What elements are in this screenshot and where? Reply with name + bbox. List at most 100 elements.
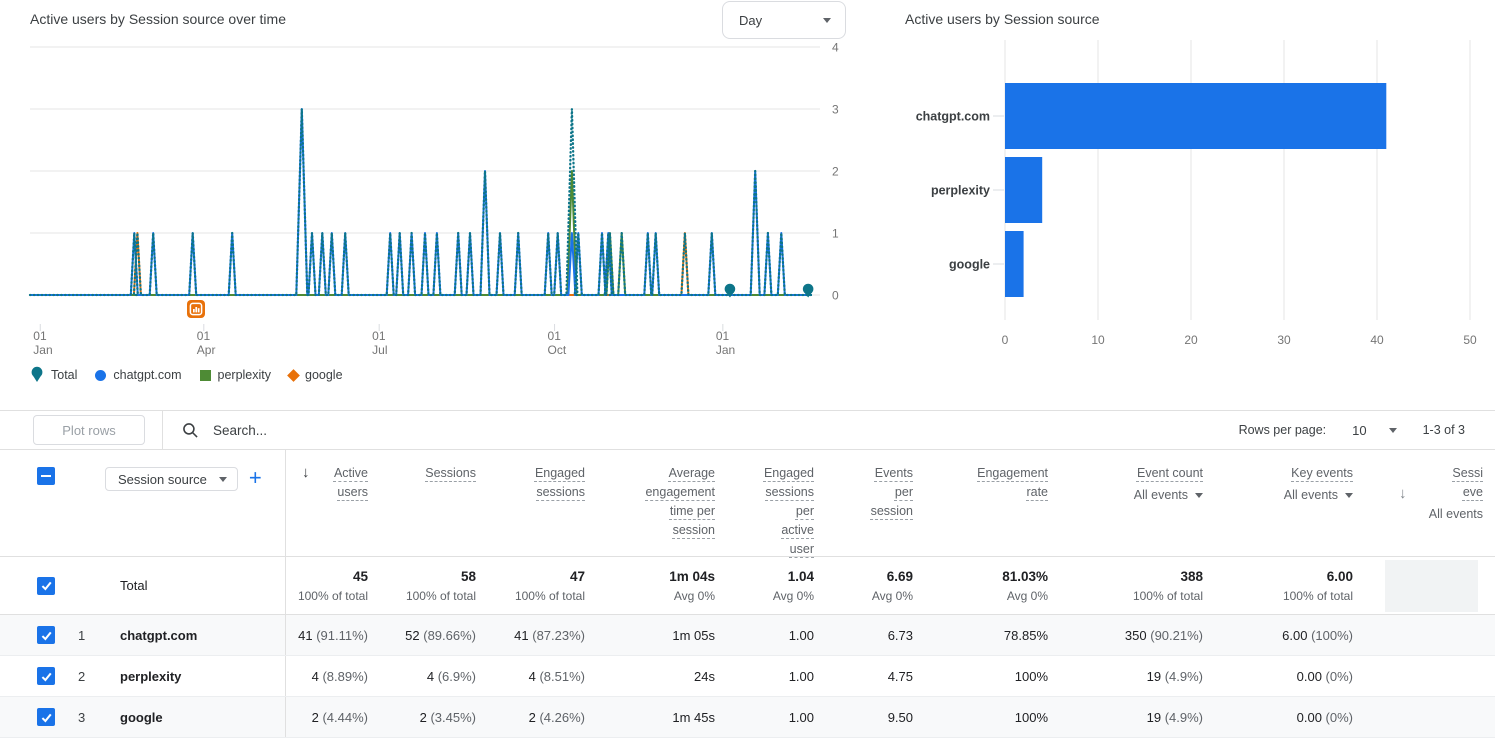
- chevron-down-icon: [218, 476, 227, 482]
- row-dimension-value: perplexity: [96, 656, 286, 696]
- total-value: 58: [460, 568, 476, 584]
- metric-value: 1.00: [788, 627, 814, 643]
- header-subfilter[interactable]: All events: [1251, 486, 1353, 505]
- legend-label: perplexity: [217, 368, 272, 382]
- header-subfilter[interactable]: All events: [1401, 505, 1483, 524]
- legend-item-chatgpt-com[interactable]: chatgpt.com: [95, 368, 182, 382]
- svg-text:01: 01: [548, 329, 562, 343]
- svg-text:10: 10: [1091, 333, 1105, 347]
- row-index: 2: [78, 668, 86, 684]
- plot-rows-button[interactable]: Plot rows: [33, 415, 145, 445]
- search-icon: [183, 422, 198, 438]
- bar-chart: 0 10 20 30 40 50 chatgpt.com perplexity google: [916, 40, 1477, 347]
- metric-percent: (3.45%): [426, 709, 476, 725]
- metric-cell: 6.00 (100%): [1215, 628, 1365, 643]
- metric-cell: 9.50: [826, 710, 925, 725]
- header-event-count[interactable]: Event count All events: [1060, 450, 1215, 559]
- legend-item-total[interactable]: Total: [30, 366, 77, 384]
- row-checkbox-total[interactable]: [37, 576, 55, 595]
- total-value: 45: [352, 568, 368, 584]
- row-checkbox-chatgpt-com[interactable]: [37, 626, 55, 644]
- total-metric-cell: 1m 04s Avg 0%: [597, 557, 727, 614]
- legend-item-google[interactable]: google: [287, 368, 343, 382]
- rows-per-page-select[interactable]: 10: [1352, 423, 1397, 438]
- search-placeholder: Search...: [213, 422, 268, 438]
- row-checkbox-cell: [0, 667, 56, 685]
- series-total: [28, 107, 814, 297]
- annotation-marker-icon[interactable]: [187, 300, 205, 318]
- header-active-users[interactable]: ↓ Active users: [286, 450, 380, 559]
- metric-cell: 1.00: [727, 628, 826, 643]
- circle-swatch-icon: [95, 369, 107, 381]
- dimension-select[interactable]: Session source: [105, 467, 238, 491]
- legend-label: chatgpt.com: [113, 368, 182, 382]
- metric-percent: (8.89%): [318, 668, 368, 684]
- granularity-value: Day: [739, 12, 763, 28]
- legend-item-perplexity[interactable]: perplexity: [199, 368, 272, 382]
- metric-cell: 1.00: [727, 710, 826, 725]
- total-metric-cell: 58 100% of total: [380, 557, 488, 614]
- svg-text:4: 4: [832, 41, 839, 55]
- table-row-perplexity[interactable]: 2 perplexity 4 (8.89%) 4 (6.9%) 4 (8.51%) 24s…: [0, 656, 1495, 697]
- bar-chart-title: Active users by Session source: [905, 11, 1100, 27]
- legend-label: Total: [51, 368, 78, 382]
- check-icon: [41, 672, 52, 682]
- metric-cell: 100%: [925, 669, 1060, 684]
- select-all-checkbox[interactable]: [37, 467, 55, 485]
- total-value: 1.04: [787, 568, 814, 584]
- metric-value: 1.00: [788, 668, 814, 684]
- metric-cell: 2 (4.26%): [488, 710, 597, 725]
- metric-cell: 41 (91.11%): [286, 628, 380, 643]
- svg-text:Jul: Jul: [372, 343, 387, 357]
- metric-percent: (89.66%): [419, 627, 476, 643]
- bar-chatgpt-com: [1005, 83, 1387, 149]
- metric-value: 4: [528, 668, 536, 684]
- metric-cell: 78.85%: [925, 628, 1060, 643]
- search-field[interactable]: Search...: [162, 411, 1239, 449]
- sort-arrow-icon[interactable]: ↓: [1399, 484, 1407, 503]
- metric-cell: 4 (8.51%): [488, 669, 597, 684]
- metric-value: 1m 05s: [672, 627, 715, 643]
- granularity-select[interactable]: Day: [722, 1, 846, 39]
- sort-arrow-icon[interactable]: ↓: [302, 463, 310, 482]
- total-subvalue: 100% of total: [405, 588, 476, 603]
- header-label: Sessi: [1452, 466, 1483, 480]
- header-label: Key events: [1291, 466, 1353, 480]
- chart-legend: Total chatgpt.com perplexity google: [30, 366, 343, 384]
- metric-cell: 1m 45s: [597, 710, 727, 725]
- header-engaged-sessions[interactable]: Engaged sessions: [488, 450, 597, 559]
- header-subfilter[interactable]: All events: [1096, 486, 1203, 505]
- svg-text:Jan: Jan: [33, 343, 52, 357]
- svg-text:01: 01: [716, 329, 730, 343]
- row-checkbox-perplexity[interactable]: [37, 667, 55, 685]
- svg-text:Apr: Apr: [197, 343, 216, 357]
- header-sessions[interactable]: Sessions: [380, 450, 488, 559]
- header-engagement-rate[interactable]: Engagement rate: [925, 450, 1060, 559]
- chevron-down-icon: [1345, 493, 1353, 498]
- square-swatch-icon: [199, 369, 211, 381]
- total-label: Total: [96, 557, 286, 614]
- header-key-events[interactable]: Key events All events: [1215, 450, 1365, 559]
- add-dimension-button[interactable]: +: [249, 467, 262, 489]
- row-index: 1: [78, 627, 86, 643]
- header-average-engagement-time-per-session[interactable]: Average engagement time per session: [597, 450, 727, 559]
- header-events-per-session[interactable]: Events per session: [826, 450, 925, 559]
- check-icon: [41, 713, 52, 723]
- table-header-row: Session source + ↓ Active users Sessions Enga…: [0, 450, 1495, 559]
- metric-value: 19: [1146, 668, 1162, 684]
- metric-value: 2: [528, 709, 536, 725]
- header-engaged-sessions-per-active-user[interactable]: Engaged sessions per active user: [727, 450, 826, 559]
- metric-cell: 2 (3.45%): [380, 710, 488, 725]
- metric-value: 41: [298, 627, 313, 643]
- metric-value: 100%: [1014, 668, 1048, 684]
- row-checkbox-google[interactable]: [37, 708, 55, 726]
- svg-text:01: 01: [33, 329, 47, 343]
- table-row-chatgpt-com[interactable]: 1 chatgpt.com 41 (91.11%) 52 (89.66%) 41 (87…: [0, 615, 1495, 656]
- metric-percent: (4.26%): [535, 709, 585, 725]
- header-session-events[interactable]: ↓ Sessi eve All events: [1365, 450, 1495, 559]
- header-label: eve: [1462, 485, 1483, 499]
- metric-cell: 0.00 (0%): [1215, 710, 1365, 725]
- svg-text:Oct: Oct: [548, 343, 567, 357]
- table-row-google[interactable]: 3 google 2 (4.44%) 2 (3.45%) 2 (4.26%) 1m 45s…: [0, 697, 1495, 738]
- rows-per-page-label: Rows per page:: [1238, 423, 1327, 437]
